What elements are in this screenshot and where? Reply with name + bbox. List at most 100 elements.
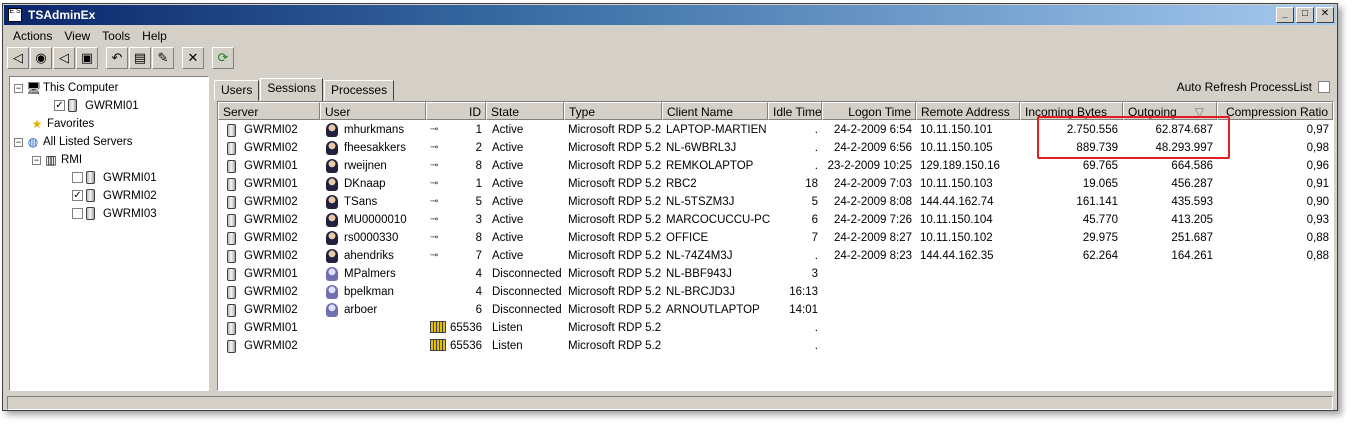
session-row[interactable]: GWRMI01 MPalmers 4 Disconnected Microsoft RD… [218, 266, 1333, 284]
tree-node-domain[interactable]: − ▥ RMI [32, 153, 82, 167]
menu-view[interactable]: View [58, 27, 96, 45]
column-header-remote[interactable]: Remote Address [916, 102, 1020, 120]
cell: 69.765 [1082, 160, 1118, 172]
collapse-icon[interactable]: − [14, 137, 23, 147]
cell: 10.11.150.105 [920, 142, 993, 154]
column-header-state[interactable]: State [486, 102, 564, 120]
server-icon [227, 322, 236, 335]
cell: Microsoft RDP 5.2 [568, 286, 662, 298]
session-row[interactable]: GWRMI02 TSans ⊸ 5 Active Microsoft RDP 5.2 NL-… [218, 194, 1333, 212]
cell: Active [492, 250, 524, 262]
session-row[interactable]: GWRMI02 MU0000010 ⊸ 3 Active Microsoft RDP 5.… [218, 212, 1333, 230]
session-row[interactable]: GWRMI01 DKnaap ⊸ 1 Active Microsoft RDP 5.2 RB… [218, 176, 1333, 194]
send-message-button[interactable]: ◉ [30, 47, 52, 69]
toolbar: ◁ ◉ ◁ ▣ ↶ ▤ ✎ ✕ ⟳ [7, 47, 234, 73]
title-bar[interactable]: E S TSAdminEx _ □ ✕ [4, 5, 1336, 25]
column-header-logon[interactable]: Logon Time [822, 102, 916, 120]
session-row[interactable]: GWRMI02 ahendriks ⊸ 7 Active Microsoft RDP 5.… [218, 248, 1333, 266]
tree-node-all-listed-servers[interactable]: − ◍ All Listed Servers [14, 135, 132, 149]
session-row[interactable]: GWRMI02 bpelkman 4 Disconnected Microsoft RD… [218, 284, 1333, 302]
cell: Active [492, 214, 524, 226]
checkbox[interactable] [72, 172, 83, 183]
minimize-button[interactable]: _ [1276, 7, 1294, 23]
menu-actions[interactable]: Actions [7, 27, 58, 45]
disconnect-button[interactable]: ◁ [53, 47, 75, 69]
remote-control-button[interactable]: ▣ [76, 47, 98, 69]
tree-label: Favorites [47, 118, 95, 130]
cell: 0,91 [1306, 178, 1329, 190]
session-row[interactable]: GWRMI02 rs0000330 ⊸ 8 Active Microsoft RDP 5.… [218, 230, 1333, 248]
column-header-label: ID [469, 105, 481, 119]
maximize-button[interactable]: □ [1296, 7, 1314, 23]
tab-sessions[interactable]: Sessions [260, 78, 324, 102]
cell: 144.44.162.35 [920, 250, 994, 262]
tree-node-server[interactable]: GWRMI03 [72, 207, 157, 220]
session-row[interactable]: GWRMI02 arboer 6 Disconnected Microsoft RDP … [218, 302, 1333, 320]
checkbox[interactable]: ✓ [54, 100, 65, 111]
cell: MARCOCUCCU-PC [666, 214, 771, 226]
server-icon [227, 340, 236, 353]
close-button[interactable]: ✕ [1316, 7, 1334, 23]
refresh-button[interactable]: ⟳ [212, 47, 234, 69]
user-icon [326, 249, 338, 263]
cell: Active [492, 178, 524, 190]
tree-node-server[interactable]: GWRMI01 [72, 171, 157, 184]
column-header-idle[interactable]: Idle Time [768, 102, 822, 120]
cell: REMKOLAPTOP [666, 160, 754, 172]
reset-button[interactable]: ▤ [129, 47, 151, 69]
cell: 0,88 [1306, 232, 1329, 244]
menu-tools[interactable]: Tools [96, 27, 136, 45]
logoff-button[interactable]: ↶ [106, 47, 128, 69]
send-message-icon: ◉ [35, 50, 47, 65]
checkbox[interactable]: ✓ [72, 190, 83, 201]
column-header-ratio[interactable]: Compression Ratio [1217, 102, 1333, 120]
cell: GWRMI02 [244, 340, 298, 352]
cell: bpelkman [344, 286, 394, 298]
cell: 19.065 [1082, 178, 1118, 190]
checkbox[interactable] [72, 208, 83, 219]
session-row[interactable]: GWRMI01 65536 Listen Microsoft RDP 5.2. [218, 320, 1333, 338]
cell: 24-2-2009 8:23 [833, 250, 912, 262]
cell: Microsoft RDP 5.2 [568, 142, 662, 154]
domain-icon: ▥ [45, 153, 57, 167]
column-header-id[interactable]: ID [426, 102, 486, 120]
column-header-user[interactable]: User [320, 102, 426, 120]
tree-node-server[interactable]: ✓ GWRMI02 [72, 189, 157, 202]
collapse-icon[interactable]: − [32, 155, 41, 165]
cell: 5 [811, 196, 818, 208]
tsadminex-window: E S TSAdminEx _ □ ✕ Actions View Tools H… [2, 3, 1338, 411]
cell: GWRMI01 [244, 268, 298, 280]
column-header-server[interactable]: Server [218, 102, 320, 120]
cell: 24-2-2009 6:56 [833, 142, 912, 154]
auto-refresh-checkbox[interactable] [1318, 81, 1330, 93]
column-header-client[interactable]: Client Name [662, 102, 768, 120]
connect-button[interactable]: ◁ [7, 47, 29, 69]
menu-help[interactable]: Help [136, 27, 173, 45]
column-header-label: User [325, 105, 351, 119]
cell: 129.189.150.16 [920, 160, 1000, 172]
cell: Listen [492, 322, 523, 334]
status-button[interactable]: ✎ [152, 47, 174, 69]
session-row[interactable]: GWRMI01 rweijnen ⊸ 8 Active Microsoft RDP 5.2… [218, 158, 1333, 176]
session-row[interactable]: GWRMI02 65536 Listen Microsoft RDP 5.2. [218, 338, 1333, 356]
cell: 435.593 [1171, 196, 1213, 208]
tree-node-this-computer[interactable]: − 🖥 This Computer [14, 81, 118, 95]
delete-icon: ✕ [187, 50, 199, 65]
cell: TSans [344, 196, 378, 208]
user-icon [326, 141, 338, 155]
cell: Disconnected [492, 304, 562, 316]
tree-node-favorites[interactable]: ★ Favorites [30, 117, 95, 131]
collapse-icon[interactable]: − [14, 83, 23, 93]
tab-users[interactable]: Users [214, 80, 260, 101]
server-icon [86, 207, 95, 220]
cell: 0,93 [1306, 214, 1329, 226]
delete-button[interactable]: ✕ [182, 47, 204, 69]
star-icon: ★ [31, 117, 43, 131]
column-header-label: Compression Ratio [1225, 105, 1328, 119]
tree-node-this-computer-server[interactable]: ✓ GWRMI01 [54, 99, 139, 112]
toolbar-separator [205, 47, 211, 73]
column-header-type[interactable]: Type [564, 102, 662, 120]
tab-processes[interactable]: Processes [324, 80, 395, 101]
cell: NL-5TSZM3J [666, 196, 735, 208]
cell: 14:01 [789, 304, 818, 316]
